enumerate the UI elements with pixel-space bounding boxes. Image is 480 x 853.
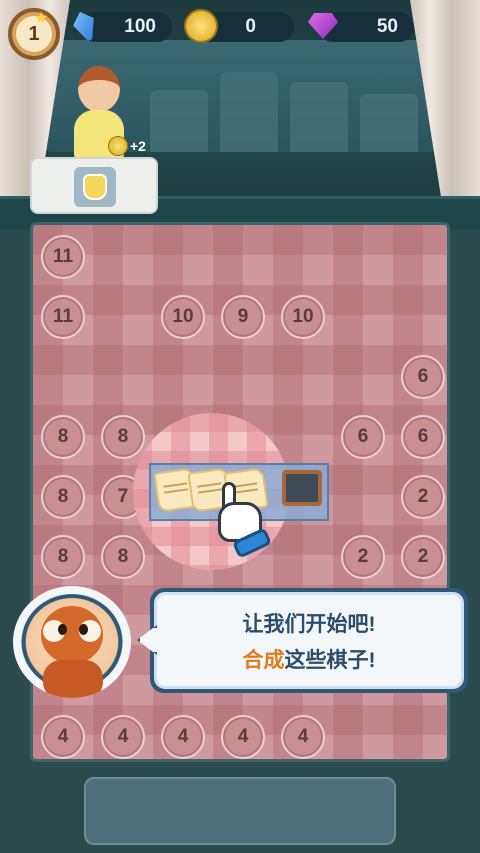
gem-value: 50 bbox=[376, 16, 398, 37]
level-badge[interactable]: ★ 1 bbox=[8, 8, 60, 60]
energy-counter[interactable]: 100 bbox=[80, 12, 172, 42]
order-reward: +2 bbox=[108, 136, 146, 156]
item-info-panel[interactable] bbox=[84, 777, 396, 845]
coin-icon bbox=[182, 7, 220, 45]
merge-piece[interactable]: 4 bbox=[161, 715, 205, 759]
merge-piece[interactable]: 8 bbox=[101, 535, 145, 579]
merge-piece[interactable]: 4 bbox=[41, 715, 85, 759]
red-panda-avatar bbox=[13, 586, 131, 698]
star-icon: ★ bbox=[34, 10, 49, 27]
merge-piece[interactable]: 2 bbox=[341, 535, 385, 579]
tutorial-dialog[interactable]: 让我们开始吧! 合成这些棋子! bbox=[150, 588, 468, 693]
gem-counter[interactable]: 50 bbox=[308, 12, 414, 42]
merge-piece[interactable]: 4 bbox=[221, 715, 265, 759]
merge-piece[interactable]: 11 bbox=[41, 235, 85, 279]
reward-value: +2 bbox=[130, 138, 146, 154]
chalkboard-sign-piece[interactable] bbox=[282, 470, 322, 506]
merge-piece[interactable]: 6 bbox=[401, 415, 445, 459]
dialog-highlight-word: 合成 bbox=[242, 648, 285, 672]
coin-icon bbox=[108, 136, 128, 156]
energy-gem-icon bbox=[66, 7, 104, 45]
merge-piece[interactable]: 4 bbox=[101, 715, 145, 759]
pointing-hand-icon bbox=[212, 482, 273, 559]
merge-piece[interactable]: 2 bbox=[401, 535, 445, 579]
merge-piece[interactable]: 8 bbox=[41, 535, 85, 579]
dialog-line-2: 合成这些棋子! bbox=[243, 644, 376, 674]
merge-piece[interactable]: 8 bbox=[41, 475, 85, 519]
merge-piece[interactable]: 9 bbox=[221, 295, 265, 339]
purple-gem-icon bbox=[304, 7, 342, 45]
merge-piece[interactable]: 11 bbox=[41, 295, 85, 339]
building-decoration bbox=[290, 82, 348, 152]
merge-piece[interactable]: 6 bbox=[341, 415, 385, 459]
dialog-line-2-rest: 这些棋子! bbox=[284, 648, 376, 672]
dialog-line-1: 让我们开始吧! bbox=[242, 612, 376, 636]
coin-counter[interactable]: 0 bbox=[184, 9, 294, 43]
merge-piece[interactable]: 8 bbox=[101, 415, 145, 459]
coin-value: 0 bbox=[245, 16, 256, 37]
building-decoration bbox=[150, 90, 208, 152]
order-card[interactable] bbox=[30, 157, 158, 214]
merge-piece[interactable]: 2 bbox=[401, 475, 445, 519]
merge-piece[interactable]: 10 bbox=[161, 295, 205, 339]
merge-piece[interactable]: 6 bbox=[401, 355, 445, 399]
building-decoration bbox=[360, 94, 418, 152]
lemonade-icon bbox=[74, 167, 116, 207]
merge-piece[interactable]: 8 bbox=[41, 415, 85, 459]
building-decoration bbox=[220, 72, 278, 152]
merge-piece[interactable]: 10 bbox=[281, 295, 325, 339]
energy-value: 100 bbox=[124, 16, 156, 37]
merge-piece[interactable]: 4 bbox=[281, 715, 325, 759]
